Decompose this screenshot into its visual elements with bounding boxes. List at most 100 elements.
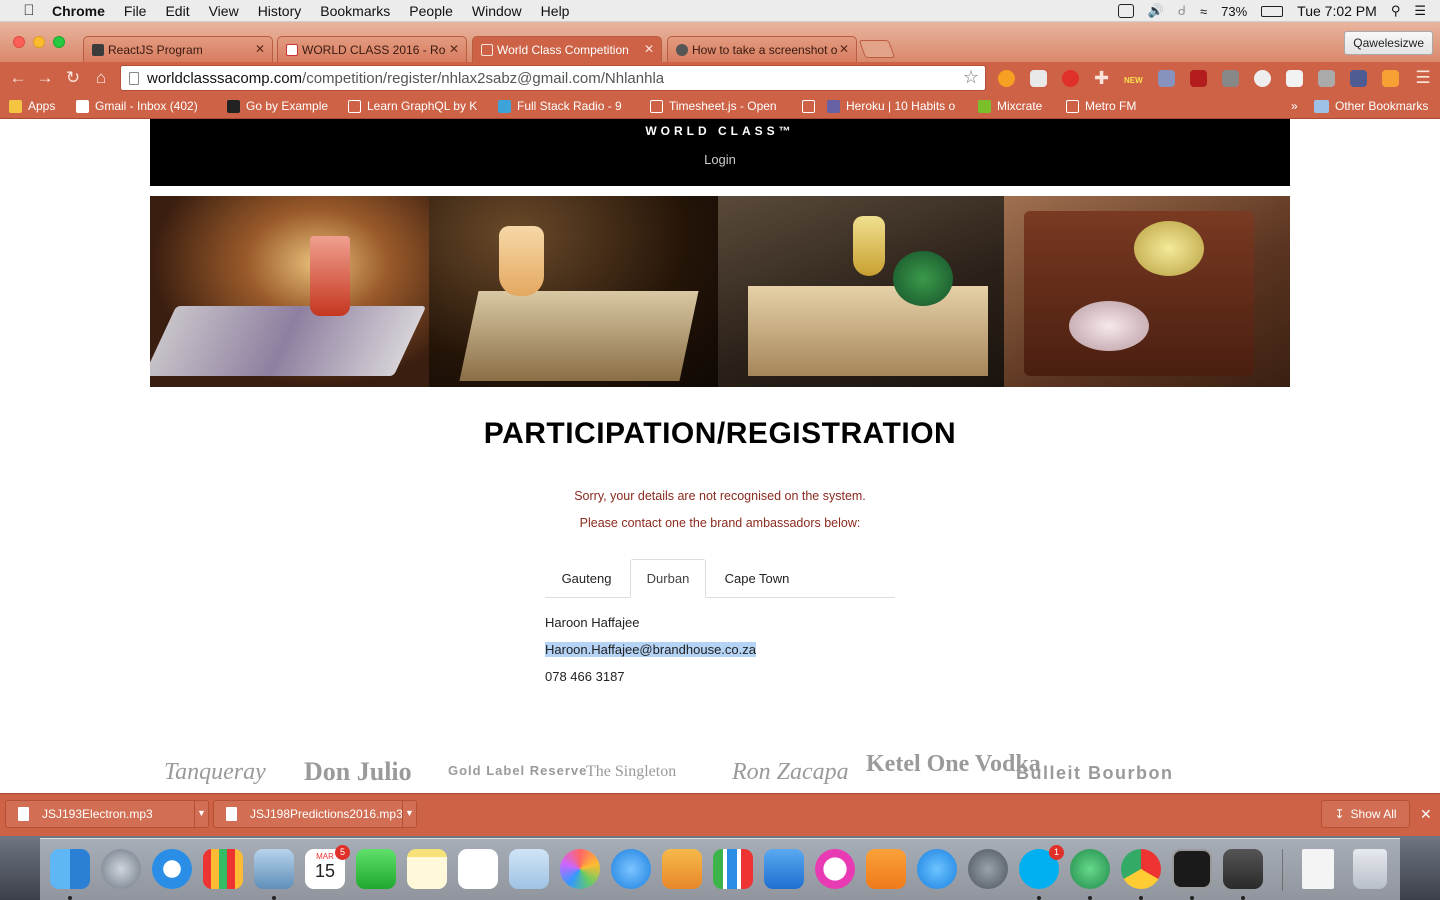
minimize-window-button[interactable]: [33, 36, 45, 48]
photos-icon[interactable]: [560, 849, 600, 889]
menu-bookmarks[interactable]: Bookmarks: [320, 3, 390, 19]
home-icon[interactable]: ⌂: [91, 68, 111, 88]
profile-button[interactable]: Qawelesizwe: [1344, 31, 1433, 55]
address-bar[interactable]: worldclasssacomp.com/competition/registe…: [120, 65, 986, 91]
menu-history[interactable]: History: [258, 3, 302, 19]
bookmark-heroku[interactable]: Heroku | 10 Habits o: [802, 99, 962, 113]
zoom-window-button[interactable]: [53, 36, 65, 48]
itunes-icon[interactable]: [815, 849, 855, 889]
notification-center-icon[interactable]: ☰: [1414, 3, 1426, 19]
world-class-logo[interactable]: WORLD CLASS™: [150, 124, 1290, 138]
crosshair-extension-icon[interactable]: ✚: [1093, 69, 1110, 87]
new-feature-extension-icon[interactable]: NEW: [1124, 70, 1146, 87]
rss-extension-icon[interactable]: [1382, 70, 1399, 87]
bookmark-star-icon[interactable]: ☆: [963, 67, 979, 88]
bookmark-apps[interactable]: Apps: [9, 99, 69, 113]
mail-eagle-icon[interactable]: [254, 849, 294, 889]
preview-icon[interactable]: [509, 849, 549, 889]
php-extension-icon[interactable]: [1158, 70, 1175, 87]
bookmark-mixcrate[interactable]: Mixcrate: [978, 99, 1058, 113]
tab-world-class-competition[interactable]: World Class Competition ✕: [472, 36, 662, 62]
notes-icon[interactable]: [407, 849, 447, 889]
keynote-icon[interactable]: [764, 849, 804, 889]
launchpad-icon[interactable]: [101, 849, 141, 889]
close-tab-icon[interactable]: ✕: [449, 42, 459, 56]
volume-icon[interactable]: 🔊: [1148, 3, 1164, 19]
ibooks-icon[interactable]: [866, 849, 906, 889]
php-manual-extension-icon[interactable]: [1350, 70, 1367, 87]
bookmark-timesheet-js[interactable]: Timesheet.js - Open: [650, 99, 782, 113]
bookmark-go-by-example[interactable]: Go by Example: [227, 99, 337, 113]
tab-world-class-2016[interactable]: WORLD CLASS 2016 - Ro ✕: [277, 36, 467, 62]
close-window-button[interactable]: [13, 36, 25, 48]
menu-window[interactable]: Window: [472, 3, 522, 19]
circle-extension-icon[interactable]: [1254, 70, 1271, 87]
pages-icon[interactable]: [662, 849, 702, 889]
trash-icon[interactable]: [1353, 849, 1387, 889]
messages-icon[interactable]: [611, 849, 651, 889]
menu-people[interactable]: People: [409, 3, 453, 19]
tab-durban[interactable]: Durban: [630, 559, 706, 598]
sublime-text-icon[interactable]: [1223, 849, 1263, 889]
bookmark-metro-fm[interactable]: Metro FM: [1066, 99, 1146, 113]
login-link[interactable]: Login: [150, 152, 1290, 167]
gmail-extension-icon[interactable]: [1286, 70, 1303, 87]
reminders-icon[interactable]: [458, 849, 498, 889]
clock[interactable]: Tue 7:02 PM: [1297, 3, 1377, 19]
facetime-icon[interactable]: [356, 849, 396, 889]
tabs-extension-icon[interactable]: [1318, 70, 1335, 87]
back-arrow-icon[interactable]: ←: [8, 68, 28, 88]
tab-gauteng[interactable]: Gauteng: [545, 559, 628, 598]
menu-help[interactable]: Help: [541, 3, 570, 19]
bookmark-other-bookmarks[interactable]: Other Bookmarks: [1314, 99, 1428, 113]
battery-percent[interactable]: 73%: [1221, 4, 1247, 19]
close-tab-icon[interactable]: ✕: [839, 42, 849, 56]
checkmark-status-icon[interactable]: [1117, 4, 1134, 18]
numbers-icon[interactable]: [713, 849, 753, 889]
menu-edit[interactable]: Edit: [165, 3, 189, 19]
bluetooth-icon[interactable]: ᑯ: [1178, 3, 1186, 19]
spotlight-search-icon[interactable]: ⚲: [1391, 3, 1401, 19]
puzzle-extension-icon[interactable]: [1222, 70, 1239, 87]
atom-icon[interactable]: [1070, 849, 1110, 889]
download-item[interactable]: JSJ193Electron.mp3 ▼: [5, 800, 209, 828]
couch-extension-icon[interactable]: [1190, 70, 1207, 87]
bookmark-full-stack-radio[interactable]: Full Stack Radio - 9: [498, 99, 630, 113]
finder-icon[interactable]: [50, 849, 90, 889]
app-grid-icon[interactable]: [203, 849, 243, 889]
ambassador-email-link[interactable]: Haroon.Haffajee@brandhouse.co.za: [545, 642, 756, 657]
menu-file[interactable]: File: [124, 3, 147, 19]
download-options-chevron-icon[interactable]: ▼: [402, 801, 416, 827]
tab-reactjs-program[interactable]: ReactJS Program ✕: [83, 36, 273, 62]
tab-screenshot-howto[interactable]: How to take a screenshot o ✕: [667, 36, 857, 62]
wifi-icon[interactable]: ≈: [1200, 4, 1207, 19]
terminal-icon[interactable]: [1172, 849, 1212, 889]
new-tab-button[interactable]: [858, 40, 896, 58]
pocket-extension-icon[interactable]: [1030, 70, 1047, 87]
fire-extension-icon[interactable]: [998, 70, 1015, 87]
apple-menu-icon[interactable]: : [20, 2, 38, 19]
tab-cape-town[interactable]: Cape Town: [707, 559, 807, 598]
chrome-menu-icon[interactable]: ☰: [1413, 68, 1433, 88]
bookmark-learn-graphql[interactable]: Learn GraphQL by K: [348, 99, 484, 113]
page-info-icon[interactable]: [129, 72, 139, 85]
download-options-chevron-icon[interactable]: ▼: [194, 801, 208, 827]
hand-extension-icon[interactable]: [1062, 70, 1079, 87]
bookmark-gmail[interactable]: Gmail - Inbox (402): [76, 99, 216, 113]
chrome-icon[interactable]: [1121, 849, 1161, 889]
forward-arrow-icon[interactable]: →: [35, 68, 55, 88]
show-all-downloads-button[interactable]: ↧ Show All: [1321, 800, 1410, 828]
system-preferences-icon[interactable]: [968, 849, 1008, 889]
menu-view[interactable]: View: [209, 3, 239, 19]
document-stack-icon[interactable]: [1302, 849, 1334, 889]
reload-icon[interactable]: ↻: [63, 68, 83, 88]
battery-icon[interactable]: [1261, 5, 1284, 17]
safari-icon[interactable]: [152, 849, 192, 889]
close-tab-icon[interactable]: ✕: [644, 42, 654, 56]
download-item[interactable]: JSJ198Predictions2016.mp3 ▼: [213, 800, 417, 828]
app-store-icon[interactable]: [917, 849, 957, 889]
close-tab-icon[interactable]: ✕: [255, 42, 265, 56]
close-shelf-icon[interactable]: ✕: [1420, 806, 1432, 823]
bookmarks-overflow-chevron-icon[interactable]: »: [1291, 99, 1298, 113]
menu-app-chrome[interactable]: Chrome: [52, 3, 105, 19]
